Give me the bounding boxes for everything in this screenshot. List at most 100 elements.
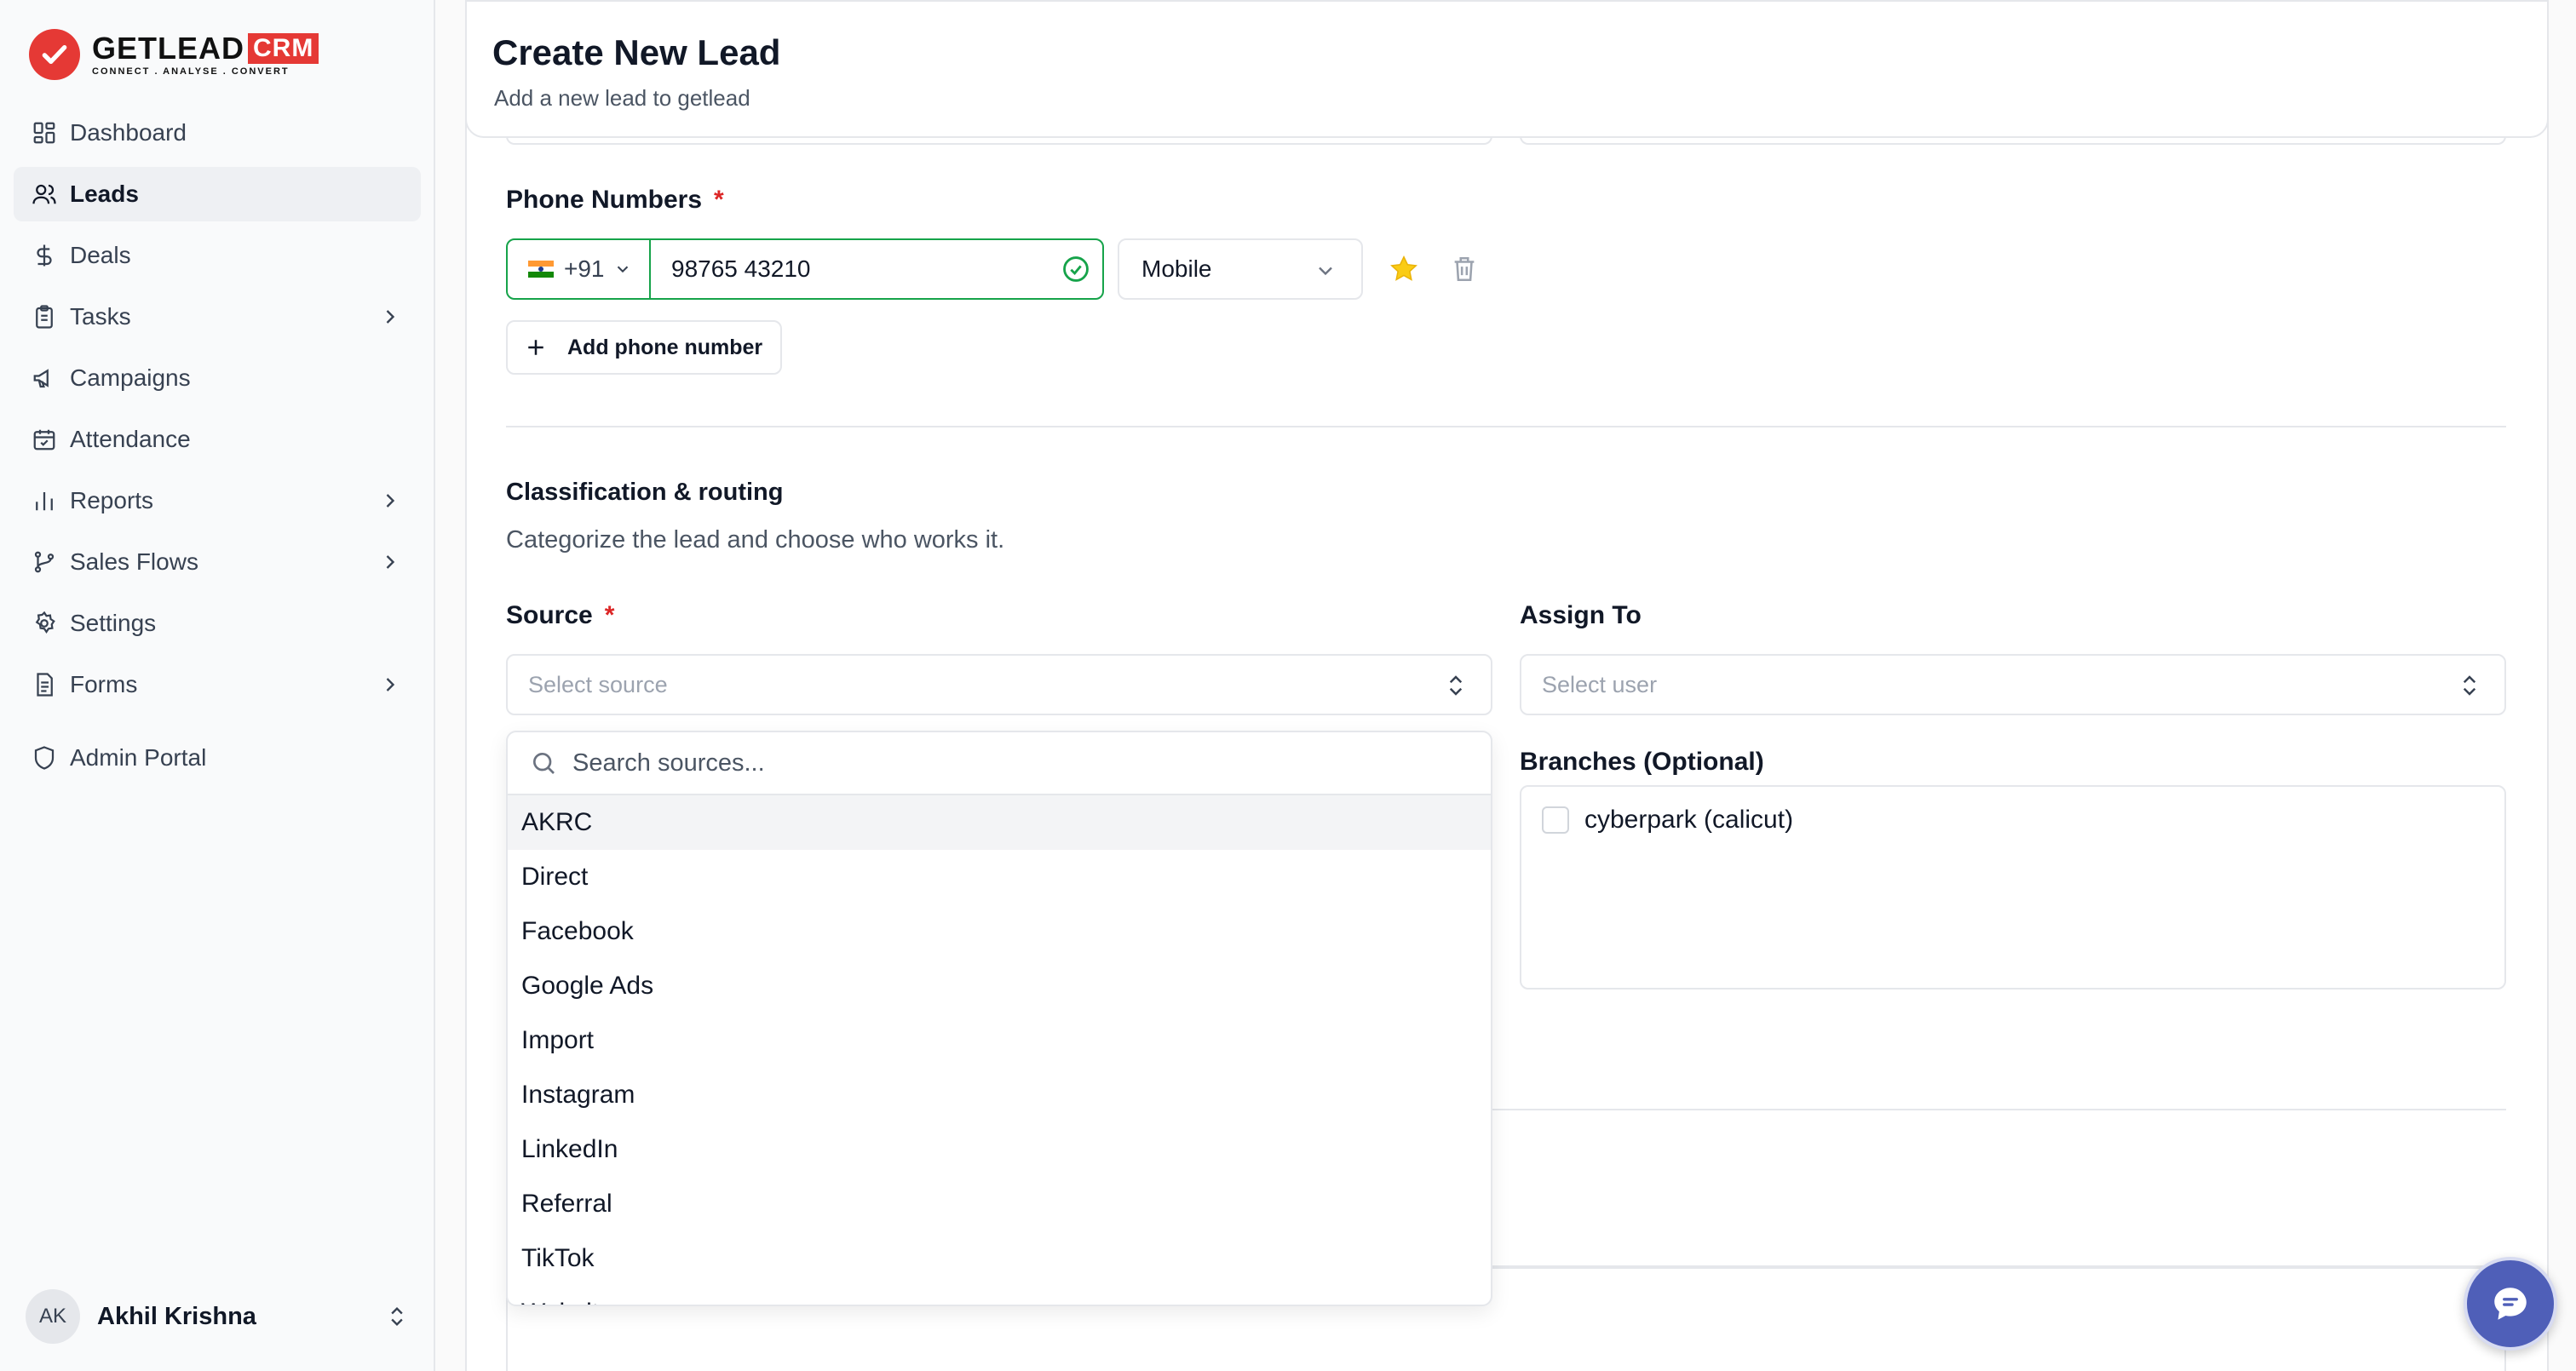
chat-icon — [2494, 1288, 2527, 1320]
sidebar-item-leads[interactable]: Leads — [14, 167, 421, 221]
page-header: Create New Lead Add a new lead to getlea… — [465, 0, 2549, 138]
source-option[interactable]: Website — [508, 1286, 1491, 1305]
chevron-up-down-icon — [2463, 675, 2476, 696]
check-circle-icon — [1063, 256, 1089, 282]
sidebar-item-sales-flows[interactable]: Sales Flows — [14, 535, 421, 589]
source-dropdown: AKRC Direct Facebook Google Ads Import I… — [506, 731, 1492, 1306]
sidebar: GETLEAD CRM CONNECT . ANALYSE . CONVERT … — [0, 0, 435, 1371]
branch-option-label: cyberpark (calicut) — [1584, 806, 1794, 834]
source-option[interactable]: AKRC — [508, 795, 1491, 850]
chevron-right-icon[interactable] — [378, 673, 402, 697]
source-search-input[interactable] — [572, 749, 1339, 777]
shield-icon — [31, 744, 58, 772]
classification-subtitle: Categorize the lead and choose who works… — [506, 526, 1005, 554]
search-icon — [533, 753, 555, 774]
source-placeholder: Select source — [528, 671, 668, 697]
phone-type-value: Mobile — [1141, 255, 1212, 282]
required-mark: * — [714, 186, 724, 214]
dashboard-icon — [31, 119, 58, 146]
source-option[interactable]: Google Ads — [508, 959, 1491, 1013]
plus-icon — [528, 340, 543, 355]
sidebar-item-label: Attendance — [70, 426, 191, 452]
source-label: Source * — [506, 601, 615, 629]
sidebar-item-tasks[interactable]: Tasks — [14, 290, 421, 344]
brand-logo[interactable]: GETLEAD CRM CONNECT . ANALYSE . CONVERT — [29, 29, 319, 80]
sidebar-item-label: Forms — [70, 671, 138, 697]
source-search — [508, 732, 1491, 795]
branches-list: cyberpark (calicut) — [1520, 785, 2506, 990]
chevron-down-icon — [1319, 267, 1332, 276]
source-options: AKRC Direct Facebook Google Ads Import I… — [508, 795, 1491, 1305]
page-title: Create New Lead — [492, 32, 781, 72]
required-mark: * — [604, 601, 615, 629]
chevron-right-icon[interactable] — [378, 489, 402, 513]
add-phone-label: Add phone number — [567, 335, 763, 359]
sidebar-item-label: Sales Flows — [70, 548, 198, 575]
brand-name: GETLEAD — [92, 31, 245, 66]
source-option[interactable]: Import — [508, 1013, 1491, 1068]
sidebar-item-attendance[interactable]: Attendance — [14, 412, 421, 467]
assign-placeholder: Select user — [1542, 671, 1658, 697]
chevron-right-icon[interactable] — [378, 550, 402, 574]
branch-option[interactable]: cyberpark (calicut) — [1542, 806, 1793, 835]
bar-chart-icon — [31, 487, 58, 514]
phone-number-input[interactable] — [651, 240, 1061, 298]
chevron-right-icon[interactable] — [378, 305, 402, 329]
assign-to-select[interactable]: Select user — [1520, 654, 2506, 715]
brand-tagline: CONNECT . ANALYSE . CONVERT — [92, 66, 290, 77]
sidebar-item-label: Reports — [70, 487, 154, 513]
file-text-icon — [31, 671, 58, 698]
clipboard-icon — [31, 303, 58, 330]
user-menu[interactable]: AK Akhil Krishna — [26, 1289, 409, 1344]
phone-number-field: +91 — [506, 238, 1104, 300]
megaphone-icon — [31, 364, 58, 392]
sidebar-item-deals[interactable]: Deals — [14, 228, 421, 283]
branches-label: Branches (Optional) — [1520, 748, 1764, 776]
add-phone-number-button[interactable]: Add phone number — [506, 320, 782, 375]
git-branch-icon — [31, 548, 58, 576]
source-option[interactable]: TikTok — [508, 1231, 1491, 1286]
sidebar-item-label: Tasks — [70, 303, 131, 330]
sidebar-item-label: Admin Portal — [70, 744, 207, 771]
section-divider — [506, 426, 2506, 427]
chevron-up-down-icon — [1449, 675, 1463, 696]
sidebar-item-label: Leads — [70, 181, 139, 207]
dollar-icon — [31, 242, 58, 269]
source-option[interactable]: Direct — [508, 850, 1491, 904]
sidebar-item-label: Dashboard — [70, 119, 187, 146]
avatar: AK — [26, 1289, 80, 1344]
chevron-down-icon — [617, 266, 628, 273]
calendar-check-icon — [31, 426, 58, 453]
sidebar-item-label: Deals — [70, 242, 131, 268]
source-option[interactable]: LinkedIn — [508, 1122, 1491, 1177]
brand-crm: CRM — [248, 33, 319, 64]
source-option[interactable]: Referral — [508, 1177, 1491, 1231]
star-icon[interactable] — [1389, 254, 1419, 284]
gear-icon — [31, 610, 58, 637]
sidebar-nav: Dashboard Leads Deals Tasks Campaigns At… — [14, 106, 421, 792]
page-subtitle: Add a new lead to getlead — [494, 85, 750, 111]
source-select[interactable]: Select source — [506, 654, 1492, 715]
chat-button[interactable] — [2464, 1257, 2557, 1351]
sidebar-item-label: Settings — [70, 610, 157, 636]
sidebar-item-forms[interactable]: Forms — [14, 657, 421, 712]
users-icon — [31, 181, 58, 208]
sidebar-item-campaigns[interactable]: Campaigns — [14, 351, 421, 405]
country-code-select[interactable]: +91 — [508, 240, 651, 298]
phone-type-select[interactable]: Mobile — [1118, 238, 1363, 300]
sidebar-item-reports[interactable]: Reports — [14, 473, 421, 528]
phone-numbers-label: Phone Numbers * — [506, 186, 724, 214]
sidebar-item-settings[interactable]: Settings — [14, 596, 421, 651]
classification-title: Classification & routing — [506, 479, 784, 506]
source-option[interactable]: Instagram — [508, 1068, 1491, 1122]
trash-icon[interactable] — [1450, 254, 1479, 284]
sidebar-item-admin-portal[interactable]: Admin Portal — [14, 731, 421, 785]
sidebar-item-label: Campaigns — [70, 364, 191, 391]
source-option[interactable]: Facebook — [508, 904, 1491, 959]
country-code: +91 — [564, 255, 605, 282]
sidebar-item-dashboard[interactable]: Dashboard — [14, 106, 421, 160]
assign-to-label: Assign To — [1520, 601, 1642, 629]
checkmark-logo-icon — [29, 29, 80, 80]
branch-checkbox[interactable] — [1542, 806, 1569, 834]
chevron-up-down-icon — [391, 1307, 403, 1326]
